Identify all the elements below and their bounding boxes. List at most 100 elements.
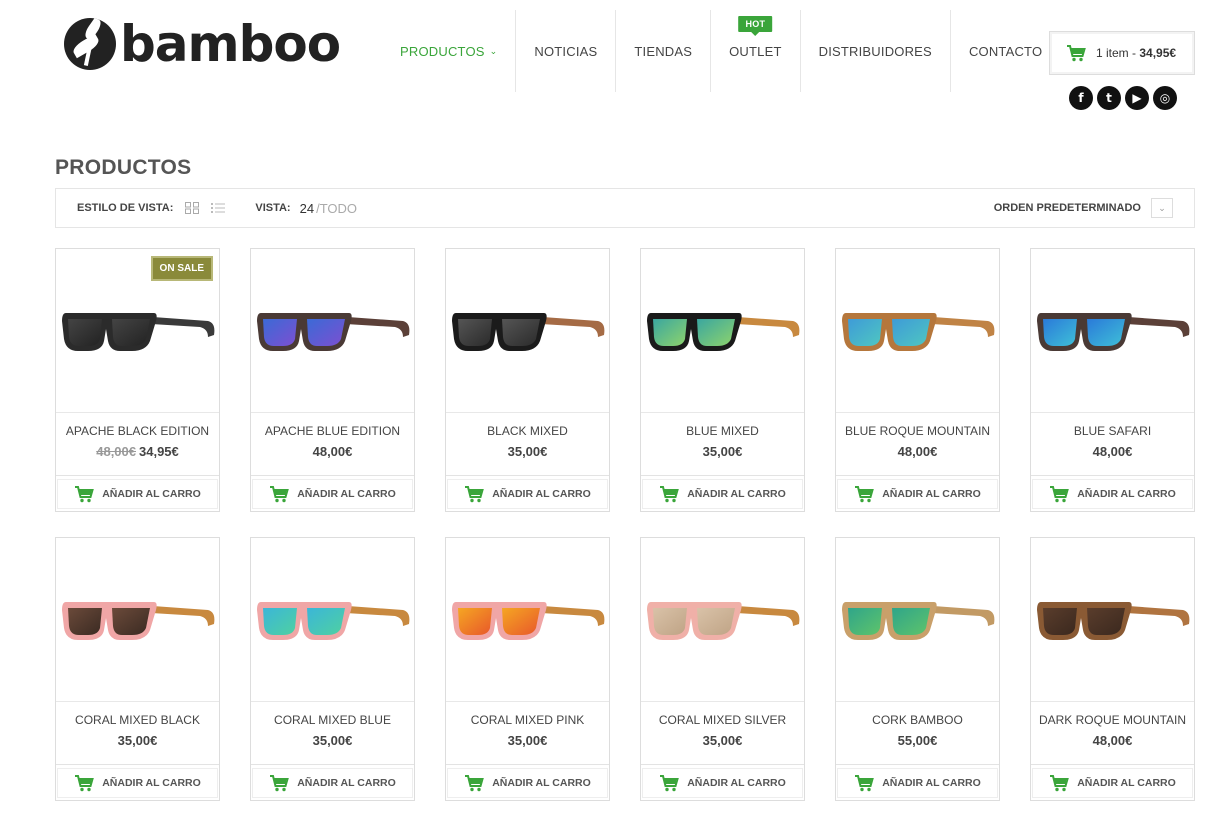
sunglasses-image[interactable] xyxy=(448,580,608,660)
nav-item-noticias[interactable]: NOTICIAS xyxy=(516,10,617,92)
facebook-icon[interactable]: f xyxy=(1069,86,1093,110)
list-view-icon[interactable] xyxy=(211,202,226,214)
current-price: 34,95€ xyxy=(139,444,179,459)
add-to-cart-label: AÑADIR AL CARRO xyxy=(492,487,591,500)
nav-item-contacto[interactable]: CONTACTO xyxy=(951,10,1060,92)
product-name[interactable]: CORAL MIXED BLUE xyxy=(251,713,414,729)
product-image[interactable] xyxy=(1031,538,1194,702)
youtube-icon[interactable]: ▶ xyxy=(1125,86,1149,110)
product-image[interactable] xyxy=(836,249,999,413)
add-to-cart-area: AÑADIR AL CARRO xyxy=(1031,475,1194,511)
product-image[interactable] xyxy=(251,538,414,702)
grid-view-icon[interactable] xyxy=(185,202,200,214)
product-card: CORK BAMBOO 55,00€ AÑADIR AL CARRO xyxy=(835,537,1000,801)
product-card: CORAL MIXED PINK 35,00€ AÑADIR AL CARRO xyxy=(445,537,610,801)
sunglasses-image[interactable] xyxy=(1033,291,1193,371)
nav-item-tiendas[interactable]: TIENDAS xyxy=(616,10,712,92)
brand-logo[interactable]: bamboo xyxy=(64,18,341,70)
product-name[interactable]: CORAL MIXED PINK xyxy=(446,713,609,729)
cart-icon xyxy=(660,774,680,791)
current-price: 48,00€ xyxy=(1092,444,1133,459)
add-to-cart-button[interactable]: AÑADIR AL CARRO xyxy=(1032,478,1193,509)
sort-select[interactable]: ORDEN PREDETERMINADO ⌄ xyxy=(994,198,1194,218)
sunglasses-image[interactable] xyxy=(253,580,413,660)
product-name[interactable]: DARK ROQUE MOUNTAIN xyxy=(1031,713,1194,729)
bamboo-leaf-icon xyxy=(64,18,116,70)
cart-icon xyxy=(855,485,875,502)
sunglasses-image[interactable] xyxy=(58,580,218,660)
add-to-cart-button[interactable]: AÑADIR AL CARRO xyxy=(447,478,608,509)
product-image[interactable] xyxy=(446,249,609,413)
product-price: 48,00€ xyxy=(1031,733,1194,748)
mini-cart[interactable]: 1 item - 34,95€ xyxy=(1049,31,1195,75)
product-name[interactable]: CORAL MIXED BLACK xyxy=(56,713,219,729)
page-title: PRODUCTOS xyxy=(55,156,192,179)
product-name[interactable]: APACHE BLUE EDITION xyxy=(251,424,414,440)
vista-all-option[interactable]: TODO xyxy=(320,201,357,216)
sunglasses-image[interactable] xyxy=(838,291,998,371)
sunglasses-image[interactable] xyxy=(253,291,413,371)
product-image[interactable]: ON SALE xyxy=(56,249,219,413)
main-nav: PRODUCTOS ⌄ NOTICIAS TIENDAS HOT OUTLET DISTRI… xyxy=(382,10,1060,92)
nav-item-outlet[interactable]: HOT OUTLET xyxy=(711,10,801,92)
product-price: 35,00€ xyxy=(641,444,804,459)
product-name[interactable]: BLUE MIXED xyxy=(641,424,804,440)
add-to-cart-button[interactable]: AÑADIR AL CARRO xyxy=(252,478,413,509)
product-price: 55,00€ xyxy=(836,733,999,748)
product-price: 48,00€ 34,95€ xyxy=(56,444,219,459)
add-to-cart-button[interactable]: AÑADIR AL CARRO xyxy=(837,478,998,509)
sunglasses-image[interactable] xyxy=(643,291,803,371)
view-style-label: ESTILO DE VISTA: xyxy=(77,202,174,214)
instagram-icon[interactable]: ◎ xyxy=(1153,86,1177,110)
sunglasses-image[interactable] xyxy=(1033,580,1193,660)
product-price: 48,00€ xyxy=(251,444,414,459)
twitter-icon[interactable]: t xyxy=(1097,86,1121,110)
add-to-cart-button[interactable]: AÑADIR AL CARRO xyxy=(642,767,803,798)
add-to-cart-button[interactable]: AÑADIR AL CARRO xyxy=(1032,767,1193,798)
sunglasses-image[interactable] xyxy=(448,291,608,371)
product-name[interactable]: BLUE ROQUE MOUNTAIN xyxy=(836,424,999,440)
product-name[interactable]: CORK BAMBOO xyxy=(836,713,999,729)
product-image[interactable] xyxy=(641,538,804,702)
chevron-down-icon[interactable]: ⌄ xyxy=(1151,198,1173,218)
product-card: BLACK MIXED 35,00€ AÑADIR AL CARRO xyxy=(445,248,610,512)
add-to-cart-button[interactable]: AÑADIR AL CARRO xyxy=(252,767,413,798)
vista-24-option[interactable]: 24 xyxy=(300,201,314,216)
product-card: BLUE SAFARI 48,00€ AÑADIR AL CARRO xyxy=(1030,248,1195,512)
sunglasses-image[interactable] xyxy=(58,291,218,371)
add-to-cart-button[interactable]: AÑADIR AL CARRO xyxy=(642,478,803,509)
nav-item-productos[interactable]: PRODUCTOS ⌄ xyxy=(382,10,517,92)
product-image[interactable] xyxy=(446,538,609,702)
add-to-cart-label: AÑADIR AL CARRO xyxy=(102,776,201,789)
product-image[interactable] xyxy=(56,538,219,702)
nav-label: NOTICIAS xyxy=(534,43,598,59)
product-price: 35,00€ xyxy=(446,444,609,459)
add-to-cart-button[interactable]: AÑADIR AL CARRO xyxy=(57,478,218,509)
product-name[interactable]: BLUE SAFARI xyxy=(1031,424,1194,440)
current-price: 55,00€ xyxy=(897,733,938,748)
nav-label: CONTACTO xyxy=(968,43,1043,59)
product-price: 35,00€ xyxy=(446,733,609,748)
old-price: 48,00€ xyxy=(96,444,136,459)
product-name[interactable]: CORAL MIXED SILVER xyxy=(641,713,804,729)
add-to-cart-button[interactable]: AÑADIR AL CARRO xyxy=(57,767,218,798)
cart-icon xyxy=(660,485,680,502)
add-to-cart-area: AÑADIR AL CARRO xyxy=(446,475,609,511)
product-image[interactable] xyxy=(1031,249,1194,413)
product-image[interactable] xyxy=(836,538,999,702)
add-to-cart-area: AÑADIR AL CARRO xyxy=(836,764,999,800)
nav-item-distribuidores[interactable]: DISTRIBUIDORES xyxy=(801,10,951,92)
add-to-cart-area: AÑADIR AL CARRO xyxy=(251,475,414,511)
add-to-cart-button[interactable]: AÑADIR AL CARRO xyxy=(837,767,998,798)
sunglasses-image[interactable] xyxy=(838,580,998,660)
on-sale-badge: ON SALE xyxy=(150,256,213,281)
product-name[interactable]: APACHE BLACK EDITION xyxy=(56,424,219,440)
product-image[interactable] xyxy=(641,249,804,413)
cart-icon xyxy=(75,774,95,791)
current-price: 48,00€ xyxy=(897,444,938,459)
add-to-cart-button[interactable]: AÑADIR AL CARRO xyxy=(447,767,608,798)
sunglasses-image[interactable] xyxy=(643,580,803,660)
product-image[interactable] xyxy=(251,249,414,413)
product-name[interactable]: BLACK MIXED xyxy=(446,424,609,440)
product-card: BLUE ROQUE MOUNTAIN 48,00€ AÑADIR AL CARRO xyxy=(835,248,1000,512)
